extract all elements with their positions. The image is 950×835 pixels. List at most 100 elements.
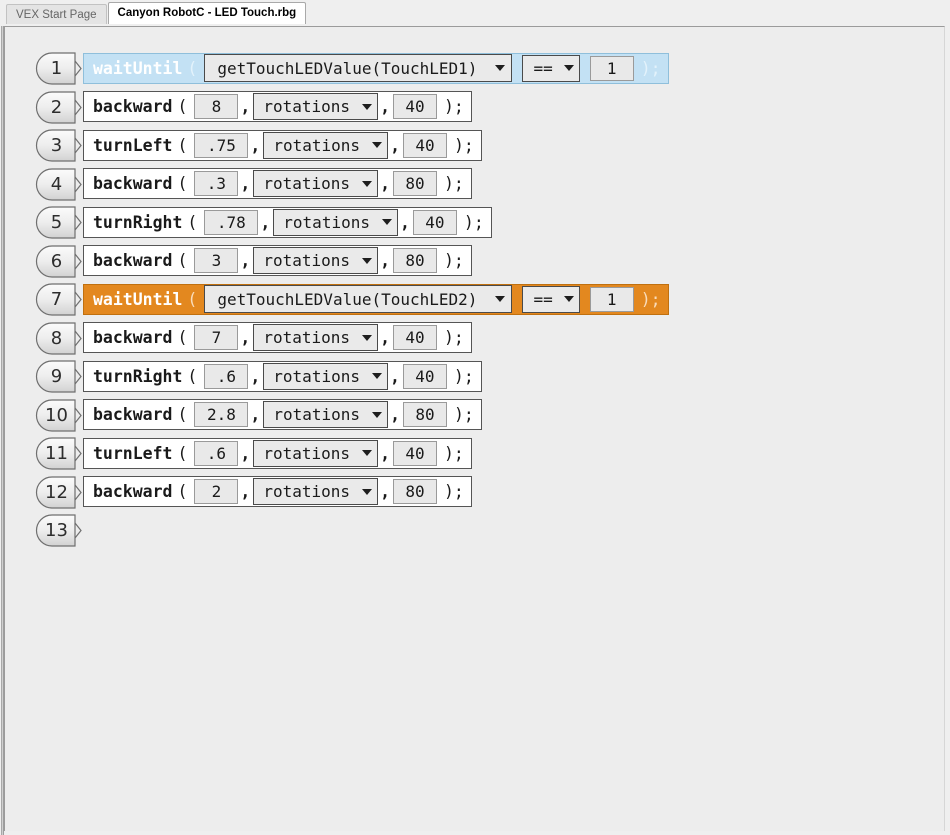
unit-dropdown[interactable]: rotations	[273, 208, 398, 236]
compare-value-field[interactable]: 1	[589, 286, 634, 312]
line-number-badge[interactable]: 10	[35, 398, 82, 432]
close-paren: );	[444, 443, 464, 463]
distance-field[interactable]: 7	[194, 325, 239, 351]
operator-dropdown[interactable]: ==	[522, 285, 580, 313]
line-number-badge[interactable]: 6	[35, 244, 82, 278]
code-line[interactable]: 8 backward(7, rotations, 40);	[5, 319, 944, 358]
line-number-badge[interactable]: 1	[35, 52, 82, 85]
line-number-badge[interactable]: 3	[35, 129, 82, 162]
line-number-text: 1	[50, 58, 63, 79]
line-number-badge[interactable]: 5	[35, 206, 82, 239]
statement-block[interactable]: backward(2.8, rotations, 80);	[83, 399, 482, 431]
line-number-badge[interactable]: 2	[35, 90, 82, 124]
operator-dropdown-value: ==	[533, 289, 553, 309]
code-line[interactable]: 10 backward(2.8, rotations, 80);	[5, 396, 944, 435]
tab-label: Canyon RobotC - LED Touch.rbg	[117, 7, 297, 19]
speed-field[interactable]: 80	[403, 402, 447, 428]
code-line[interactable]: 1 waitUntil(getTouchLEDValue(TouchLED1) ==…	[5, 49, 944, 88]
line-number-badge[interactable]: 9	[35, 360, 82, 393]
statement-block[interactable]: backward(3, rotations, 80);	[83, 245, 472, 277]
statement-block[interactable]: turnRight(.78, rotations, 40);	[83, 206, 492, 238]
code-line[interactable]: 11 turnLeft(.6, rotations, 40);	[5, 434, 944, 473]
unit-dropdown[interactable]: rotations	[253, 170, 379, 198]
sensor-dropdown[interactable]: getTouchLEDValue(TouchLED2)	[204, 285, 513, 314]
distance-field[interactable]: 2.8	[194, 402, 249, 428]
statement-block[interactable]: turnLeft(.6, rotations, 40);	[83, 437, 472, 469]
speed-field[interactable]: 40	[402, 363, 447, 389]
code-line[interactable]: 7 waitUntil(getTouchLEDValue(TouchLED2) ==…	[5, 280, 944, 319]
line-number-badge[interactable]: 8	[35, 321, 82, 355]
compare-value-field[interactable]: 1	[589, 55, 634, 81]
statement-block[interactable]: turnRight(.6, rotations, 40);	[83, 360, 482, 392]
line-number-text: 3	[50, 135, 63, 156]
code-line[interactable]: 13	[5, 511, 944, 550]
speed-field[interactable]: 80	[393, 248, 437, 274]
code-line[interactable]: 9 turnRight(.6, rotations, 40);	[5, 357, 944, 396]
statement-block[interactable]: waitUntil(getTouchLEDValue(TouchLED1) == 1…	[83, 52, 669, 84]
statement-block[interactable]: backward(.3, rotations, 80);	[83, 168, 472, 200]
unit-dropdown[interactable]: rotations	[253, 93, 379, 121]
statement-block[interactable]: backward(7, rotations, 40);	[83, 322, 472, 354]
statement-block[interactable]: backward(2, rotations, 80);	[83, 476, 472, 508]
tab-canyon-robotc-led-touch[interactable]: Canyon RobotC - LED Touch.rbg	[107, 2, 307, 24]
code-line[interactable]: 4 backward(.3, rotations, 80);	[5, 165, 944, 204]
unit-dropdown[interactable]: rotations	[253, 324, 379, 352]
open-paren: (	[177, 328, 188, 348]
code-line[interactable]: 3 turnLeft(.75, rotations, 40);	[5, 126, 944, 165]
comma: ,	[240, 97, 251, 117]
statement-block[interactable]: backward(8, rotations, 40);	[83, 91, 472, 123]
line-number-badge[interactable]: 12	[35, 475, 82, 509]
code-line[interactable]: 5 turnRight(.78, rotations, 40);	[5, 203, 944, 242]
unit-dropdown[interactable]: rotations	[263, 362, 388, 390]
speed-field[interactable]: 40	[403, 132, 447, 158]
line-number-badge[interactable]: 4	[35, 167, 82, 201]
line-number-badge[interactable]: 13	[35, 514, 82, 547]
distance-field[interactable]: .6	[204, 363, 249, 389]
code-canvas[interactable]: 1 waitUntil(getTouchLEDValue(TouchLED1) ==…	[5, 27, 944, 831]
unit-dropdown[interactable]: rotations	[263, 131, 389, 159]
speed-field[interactable]: 80	[393, 171, 437, 197]
unit-dropdown[interactable]: rotations	[253, 439, 379, 467]
distance-field[interactable]: .6	[194, 440, 239, 466]
open-paren: (	[177, 443, 188, 463]
unit-dropdown[interactable]: rotations	[263, 401, 389, 429]
chevron-down-icon	[362, 334, 373, 341]
distance-field[interactable]: .78	[204, 209, 259, 235]
line-number-text: 7	[50, 289, 63, 310]
unit-dropdown[interactable]: rotations	[253, 247, 379, 275]
line-number-text: 2	[50, 96, 63, 118]
distance-field[interactable]: 2	[194, 479, 239, 505]
code-line[interactable]: 2 backward(8, rotations, 40);	[5, 88, 944, 127]
unit-dropdown[interactable]: rotations	[253, 478, 379, 506]
tab-vex-start-page[interactable]: VEX Start Page	[6, 4, 107, 24]
code-editor-frame: 1 waitUntil(getTouchLEDValue(TouchLED1) ==…	[4, 26, 945, 831]
chevron-down-icon	[563, 296, 574, 303]
line-number-badge[interactable]: 7	[35, 283, 82, 316]
statement-keyword: turnRight	[93, 366, 183, 386]
distance-field[interactable]: 8	[194, 94, 239, 120]
statement-keyword: turnLeft	[93, 135, 173, 155]
distance-field[interactable]: .75	[194, 132, 249, 158]
statement-keyword: backward	[93, 174, 173, 194]
line-number-text: 13	[45, 520, 68, 541]
speed-field[interactable]: 40	[393, 94, 437, 120]
speed-field[interactable]: 40	[393, 440, 437, 466]
code-line[interactable]: 12 backward(2, rotations, 80);	[5, 473, 944, 512]
close-paren: );	[463, 212, 484, 232]
operator-dropdown[interactable]: ==	[522, 54, 580, 82]
speed-field[interactable]: 40	[393, 325, 437, 351]
chevron-down-icon	[371, 373, 382, 380]
distance-field[interactable]: .3	[194, 171, 239, 197]
sensor-dropdown[interactable]: getTouchLEDValue(TouchLED1)	[204, 54, 513, 83]
statement-block[interactable]: waitUntil(getTouchLEDValue(TouchLED2) == 1…	[83, 283, 669, 315]
speed-field[interactable]: 80	[393, 479, 437, 505]
tab-bar: VEX Start Page Canyon RobotC - LED Touch…	[0, 0, 950, 24]
speed-field[interactable]: 40	[412, 209, 457, 235]
code-line[interactable]: 6 backward(3, rotations, 80);	[5, 242, 944, 281]
operator-dropdown-value: ==	[533, 58, 553, 78]
distance-field[interactable]: 3	[194, 248, 239, 274]
statement-block[interactable]: turnLeft(.75, rotations, 40);	[83, 129, 482, 161]
line-number-badge[interactable]: 11	[35, 437, 82, 470]
open-paren: (	[177, 97, 188, 117]
unit-dropdown-value: rotations	[263, 443, 351, 463]
